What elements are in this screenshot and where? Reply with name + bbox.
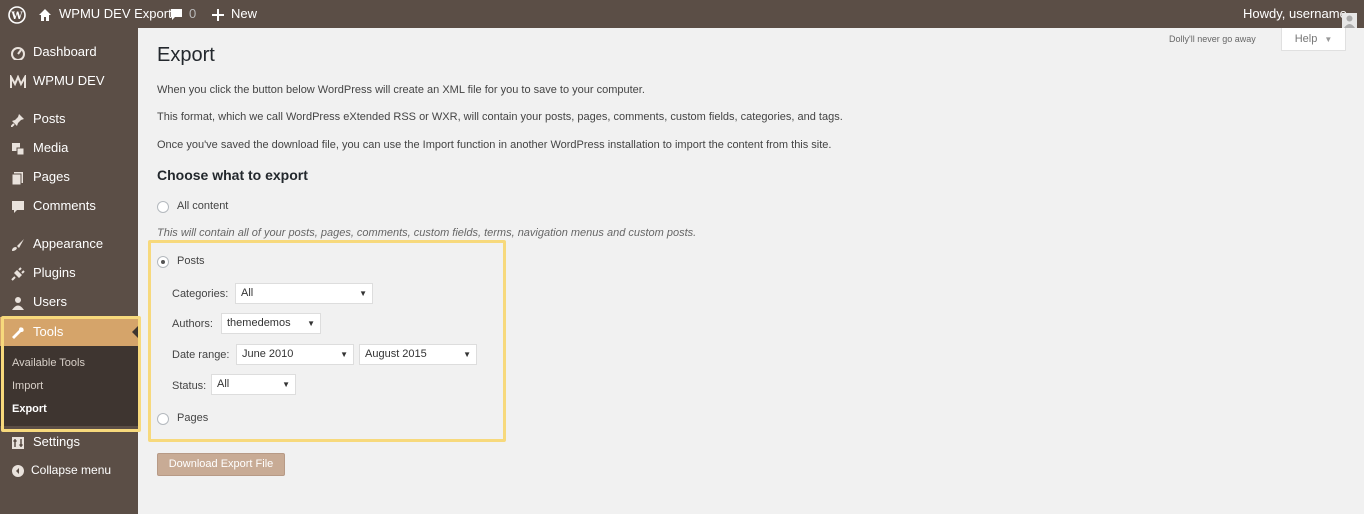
sidebar-item-users[interactable]: Users: [0, 287, 138, 316]
avatar[interactable]: [1342, 6, 1357, 29]
date-end-value: August 2015: [365, 348, 427, 360]
authors-label: Authors:: [172, 318, 213, 330]
plug-icon: [9, 258, 27, 287]
authors-value: themedemos: [227, 317, 291, 329]
sidebar-item-tools[interactable]: Tools: [0, 317, 138, 346]
download-export-button[interactable]: Download Export File: [157, 453, 285, 476]
categories-value: All: [241, 287, 254, 299]
sidebar-item-pages[interactable]: Pages: [0, 162, 138, 191]
categories-select[interactable]: All ▼: [235, 283, 373, 304]
sidebar-item-media[interactable]: Media: [0, 133, 138, 162]
hello-dolly-text: Dolly'll never go away: [1169, 34, 1256, 44]
main-content: Dolly'll never go away Help ▼ Export Whe…: [138, 28, 1364, 514]
submenu-item-import[interactable]: Import: [12, 380, 43, 392]
pages-radio[interactable]: [157, 413, 169, 425]
sidebar-item-label: Pages: [33, 169, 70, 184]
tools-submenu: Available Tools Import Export: [0, 346, 138, 426]
import-paragraph: Once you've saved the download file, you…: [157, 139, 832, 151]
sidebar-item-label: Collapse menu: [31, 463, 112, 477]
admin-bar: W WPMU DEV Export 0 New Howdy, username: [0, 0, 1364, 29]
sidebar-item-label: Users: [33, 294, 67, 309]
help-tab-button[interactable]: Help ▼: [1281, 28, 1346, 51]
sidebar-item-plugins[interactable]: Plugins: [0, 258, 138, 287]
all-content-radio[interactable]: [157, 201, 169, 213]
date-start-value: June 2010: [242, 348, 294, 360]
comment-icon: [9, 191, 27, 220]
sidebar-item-wpmudev[interactable]: WPMU DEV: [0, 66, 138, 95]
brush-icon: [9, 229, 27, 258]
status-label: Status:: [172, 380, 207, 392]
sidebar-item-label: Settings: [33, 434, 80, 449]
sidebar-item-label: Tools: [33, 324, 64, 339]
wpmudev-icon: [9, 66, 27, 95]
sidebar-item-posts[interactable]: Posts: [0, 104, 138, 133]
collapse-menu-button[interactable]: Collapse menu: [0, 456, 138, 485]
user-icon: [9, 287, 27, 316]
new-link[interactable]: New: [231, 0, 257, 28]
chevron-down-icon: ▼: [463, 350, 471, 359]
sidebar-item-label: Plugins: [33, 265, 76, 280]
posts-radio[interactable]: [157, 256, 169, 268]
posts-label[interactable]: Posts: [177, 255, 205, 267]
chevron-down-icon: ▼: [340, 350, 348, 359]
sidebar-item-label: Comments: [33, 198, 96, 213]
page-title: Export: [157, 44, 215, 66]
submenu-item-available-tools[interactable]: Available Tools: [12, 357, 85, 369]
collapse-icon: [9, 456, 27, 485]
pin-icon: [9, 104, 27, 133]
categories-label: Categories:: [172, 288, 229, 300]
dashboard-icon: [9, 37, 27, 66]
chevron-down-icon: ▼: [1324, 35, 1333, 44]
section-heading: Choose what to export: [157, 167, 308, 183]
authors-select[interactable]: themedemos ▼: [221, 313, 321, 334]
pages-label[interactable]: Pages: [177, 412, 208, 424]
help-label: Help: [1294, 33, 1318, 45]
svg-text:W: W: [10, 11, 23, 22]
sidebar-item-appearance[interactable]: Appearance: [0, 229, 138, 258]
all-content-description: This will contain all of your posts, pag…: [157, 227, 697, 239]
sidebar-item-label: Appearance: [33, 236, 104, 251]
site-name-link[interactable]: WPMU DEV Export: [59, 0, 172, 28]
all-content-label[interactable]: All content: [177, 200, 228, 212]
chevron-down-icon: ▼: [282, 380, 290, 389]
media-icon: [9, 133, 27, 162]
date-start-select[interactable]: June 2010 ▼: [236, 344, 354, 365]
sidebar-item-dashboard[interactable]: Dashboard: [0, 37, 138, 66]
sidebar-item-label: Posts: [33, 111, 66, 126]
submenu-item-export[interactable]: Export: [12, 403, 47, 415]
status-value: All: [217, 378, 230, 390]
pages-icon: [9, 162, 27, 191]
chevron-down-icon: ▼: [359, 289, 367, 298]
comments-count[interactable]: 0: [189, 0, 196, 28]
comment-icon[interactable]: [170, 0, 183, 28]
admin-sidebar: Dashboard WPMU DEV Posts Media Pages Com…: [0, 28, 141, 514]
date-range-label: Date range:: [172, 349, 230, 361]
status-select[interactable]: All ▼: [211, 374, 296, 395]
sidebar-item-settings[interactable]: Settings: [0, 427, 138, 456]
intro-paragraph: When you click the button below WordPres…: [157, 84, 645, 96]
format-paragraph: This format, which we call WordPress eXt…: [157, 111, 843, 123]
chevron-down-icon: ▼: [307, 319, 315, 328]
sidebar-item-label: Dashboard: [33, 44, 97, 59]
sidebar-item-label: WPMU DEV: [33, 73, 105, 88]
sidebar-item-comments[interactable]: Comments: [0, 191, 138, 220]
wordpress-logo-icon[interactable]: W: [8, 0, 26, 28]
date-end-select[interactable]: August 2015 ▼: [359, 344, 477, 365]
howdy-user-link[interactable]: Howdy, username: [1243, 0, 1347, 28]
settings-icon: [9, 427, 27, 456]
sidebar-item-label: Media: [33, 140, 69, 155]
home-icon[interactable]: [38, 0, 52, 28]
plus-icon[interactable]: [212, 0, 224, 28]
wrench-icon: [9, 317, 27, 346]
